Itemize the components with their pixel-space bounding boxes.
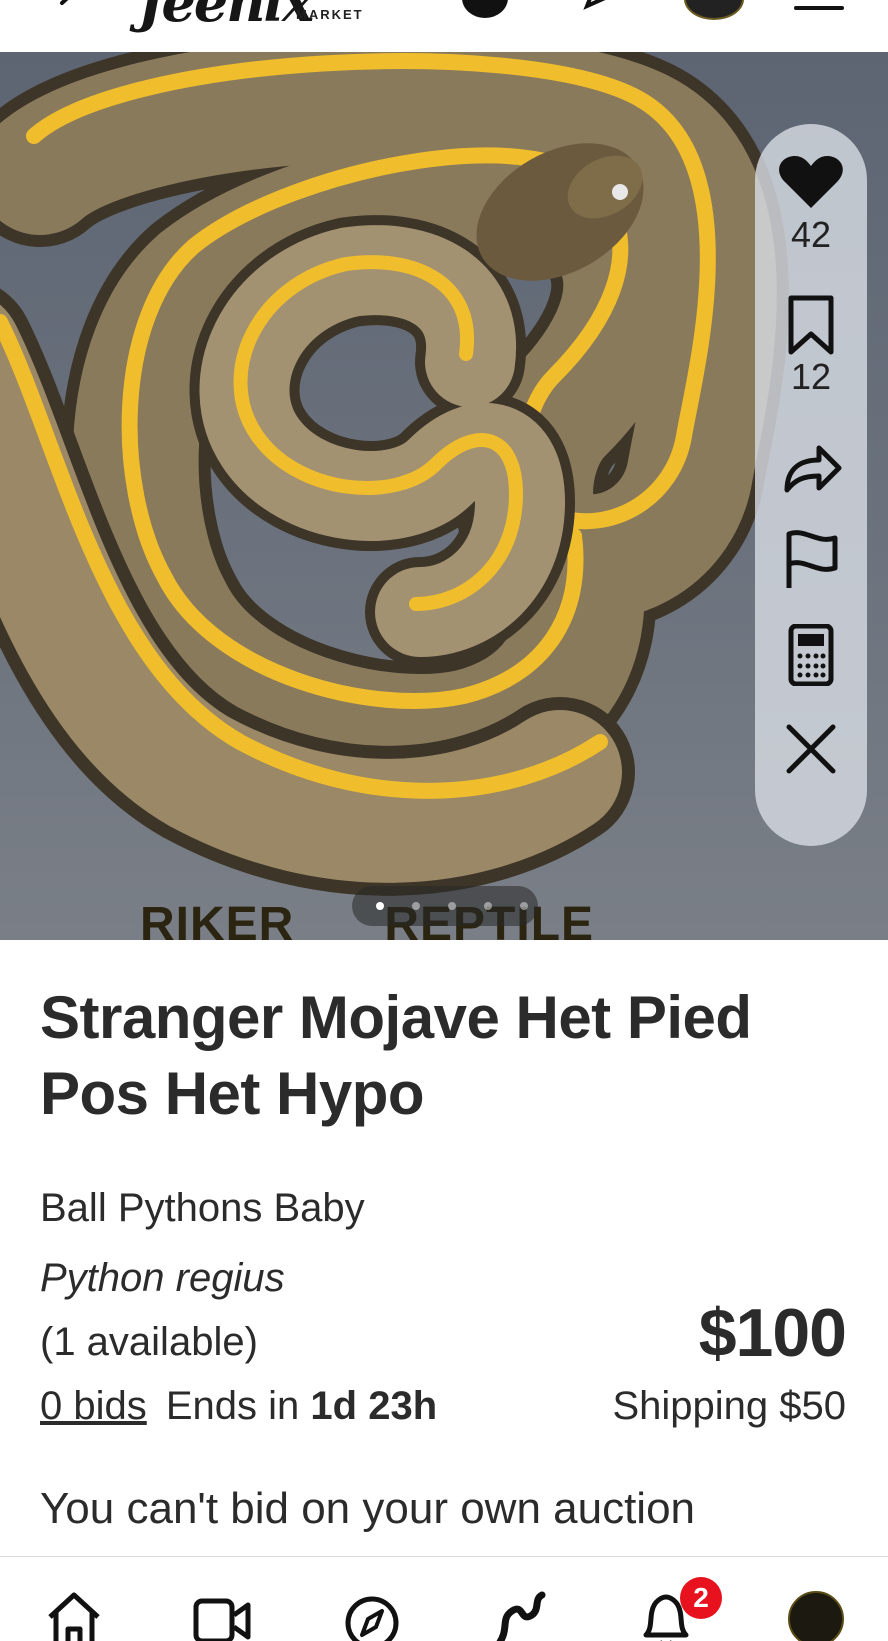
video-icon[interactable]: [192, 1589, 252, 1641]
species-name: Python regius: [40, 1256, 285, 1300]
likes-count: 42: [790, 214, 832, 255]
listing-image[interactable]: RIKERREPTILE 42 12: [0, 52, 888, 940]
notification-badge: 2: [680, 1577, 722, 1619]
flag-icon[interactable]: [755, 530, 867, 590]
info-icon[interactable]: [462, 0, 508, 18]
listing-title: Stranger Mojave Het Pied Pos Het Hypo: [40, 984, 752, 1127]
listing-category: Ball Pythons Baby: [40, 1186, 365, 1230]
page-dot[interactable]: [448, 902, 456, 910]
snake-icon[interactable]: [490, 1589, 550, 1641]
profile-avatar[interactable]: [788, 1591, 844, 1641]
auction-status: 0 bids Ends in 1d 23h: [40, 1384, 437, 1429]
saves-count: 12: [790, 356, 832, 397]
ends-label: Ends in: [165, 1384, 300, 1428]
back-icon[interactable]: [58, 0, 80, 14]
app-logo[interactable]: Jeenix: [138, 0, 314, 34]
top-bar: Jeenix MARKET: [0, 0, 888, 52]
home-icon[interactable]: [44, 1589, 104, 1641]
action-panel: 42 12: [755, 124, 867, 846]
page-dot[interactable]: [412, 902, 420, 910]
close-icon[interactable]: [755, 724, 867, 774]
shipping-cost: Shipping $50: [612, 1384, 846, 1428]
menu-icon[interactable]: [794, 6, 844, 10]
page-dot[interactable]: [484, 902, 492, 910]
profile-avatar[interactable]: [684, 0, 744, 20]
bid-notice: You can't bid on your own auction: [40, 1484, 696, 1533]
compass-icon[interactable]: [342, 1589, 402, 1641]
ends-value: 1d 23h: [310, 1384, 438, 1428]
share-icon[interactable]: [755, 440, 867, 496]
image-pagination[interactable]: [352, 886, 538, 926]
heart-icon[interactable]: [755, 154, 867, 210]
watermark-left: RIKER: [140, 898, 295, 940]
page-dot[interactable]: [376, 902, 384, 910]
availability: (1 available): [40, 1320, 258, 1364]
price: $100: [698, 1295, 847, 1371]
app-logo-sub: MARKET: [296, 7, 364, 22]
calculator-icon[interactable]: [755, 624, 867, 686]
bids-link[interactable]: 0 bids: [40, 1384, 147, 1428]
bookmark-icon[interactable]: [755, 294, 867, 356]
chat-icon[interactable]: [575, 0, 627, 16]
bottom-nav: 2: [0, 1556, 888, 1641]
page-dot[interactable]: [520, 902, 528, 910]
